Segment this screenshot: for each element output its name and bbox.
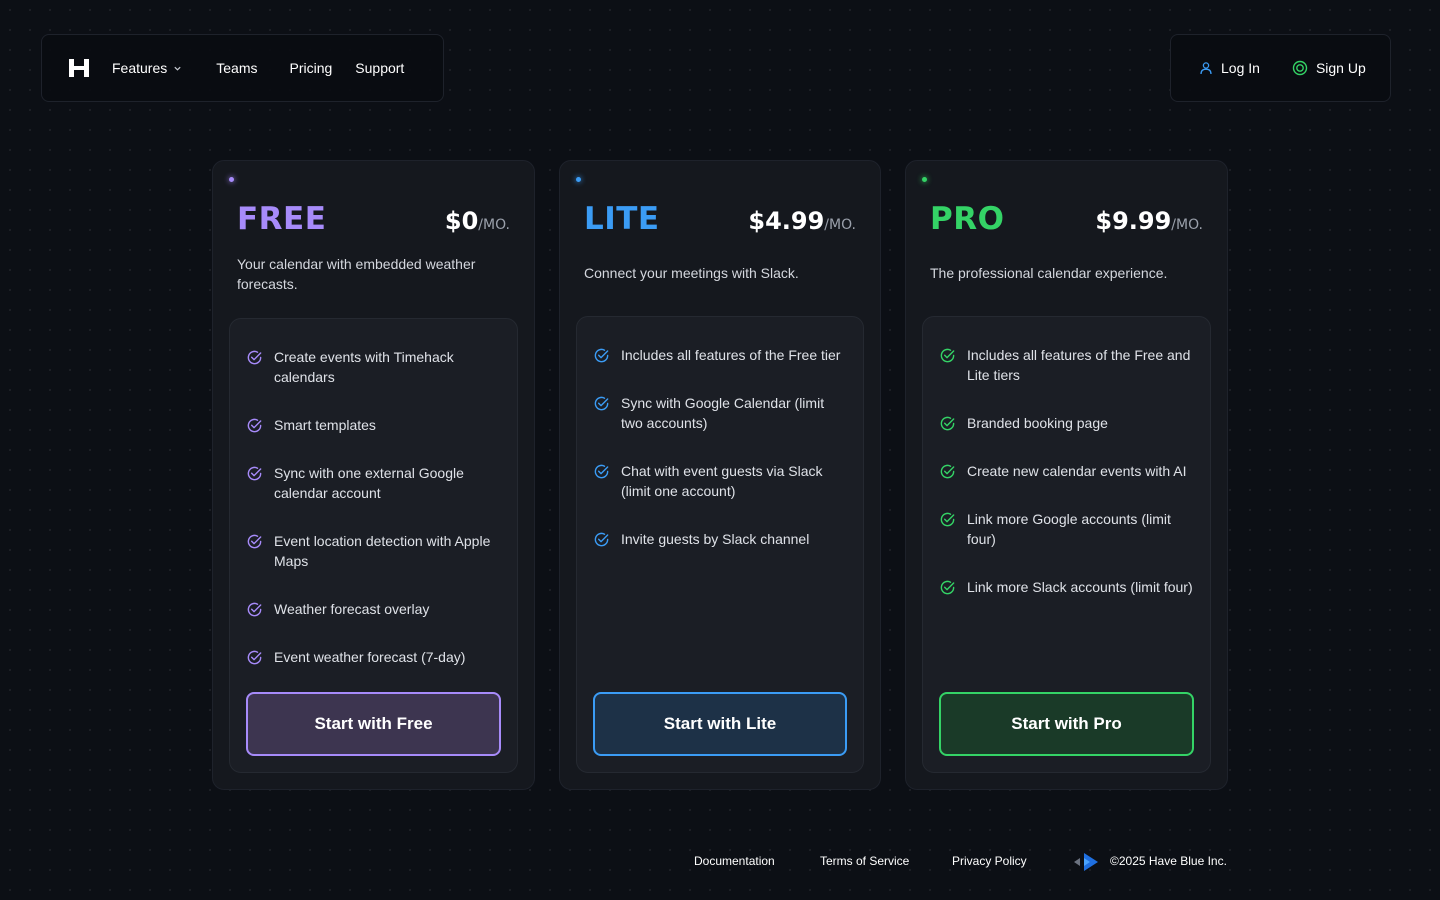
feature-text: Includes all features of the Free tier <box>621 347 841 363</box>
feature-item: Includes all features of the Free tier <box>593 345 847 365</box>
footer-link-documentation[interactable]: Documentation <box>694 854 775 868</box>
check-circle-icon <box>594 532 609 547</box>
check-circle-icon <box>594 396 609 411</box>
plan-name: FREE <box>237 201 327 237</box>
feature-text: Smart templates <box>274 417 376 433</box>
check-circle-icon <box>247 534 262 549</box>
login-label: Log In <box>1221 60 1260 76</box>
nav-pricing[interactable]: Pricing <box>289 60 332 76</box>
feature-text: Link more Slack accounts (limit four) <box>967 579 1193 595</box>
footer: Documentation Terms of Service Privacy P… <box>0 850 1440 874</box>
main-nav: Features Teams Pricing Support <box>41 34 444 102</box>
check-circle-icon <box>940 580 955 595</box>
feature-text: Sync with one external Google calendar a… <box>274 465 464 501</box>
plan-card-pro: PRO $9.99 /MO. The professional calendar… <box>905 160 1228 790</box>
feature-item: Create new calendar events with AI <box>939 461 1194 481</box>
plan-dot <box>576 177 581 182</box>
feature-item: Chat with event guests via Slack (limit … <box>593 461 847 501</box>
check-circle-icon <box>940 464 955 479</box>
feature-item: Sync with Google Calendar (limit two acc… <box>593 393 847 433</box>
price-unit: /MO. <box>824 217 856 233</box>
start-free-button[interactable]: Start with Free <box>246 692 501 756</box>
login-button[interactable]: Log In <box>1199 60 1260 76</box>
smile-icon <box>1292 60 1308 76</box>
user-icon <box>1200 62 1212 75</box>
nav-features[interactable]: Features <box>112 60 182 76</box>
plan-price: $9.99 /MO. <box>1095 207 1203 235</box>
nav-features-label: Features <box>112 60 168 76</box>
check-circle-icon <box>940 348 955 363</box>
price-unit: /MO. <box>478 217 510 233</box>
price-amount: $0 <box>444 207 479 235</box>
plan-description: Your calendar with embedded weather fore… <box>237 256 476 292</box>
feature-text: Create events with Timehack calendars <box>274 349 454 385</box>
check-circle-icon <box>940 512 955 527</box>
have-blue-logo-icon[interactable] <box>1073 850 1099 874</box>
features-panel: Includes all features of the Free and Li… <box>922 316 1211 773</box>
price-amount: $9.99 <box>1095 207 1172 235</box>
feature-list: Create events with Timehack calendars Sm… <box>246 347 501 695</box>
plan-price: $4.99 /MO. <box>748 207 856 235</box>
feature-text: Branded booking page <box>967 415 1108 431</box>
plan-description: Connect your meetings with Slack. <box>584 265 799 281</box>
chevron-down-icon <box>174 66 181 71</box>
signup-label: Sign Up <box>1315 60 1366 76</box>
footer-link-terms[interactable]: Terms of Service <box>820 854 909 868</box>
feature-text: Link more Google accounts (limit four) <box>967 511 1171 547</box>
plan-dot <box>922 177 927 182</box>
check-circle-icon <box>247 650 262 665</box>
feature-list: Includes all features of the Free tier S… <box>593 345 847 577</box>
plan-card-lite: LITE $4.99 /MO. Connect your meetings wi… <box>559 160 881 790</box>
nav-support[interactable]: Support <box>355 60 404 76</box>
check-circle-icon <box>594 464 609 479</box>
feature-item: Link more Slack accounts (limit four) <box>939 577 1194 597</box>
plan-price: $0 /MO. <box>445 207 510 235</box>
feature-item: Event weather forecast (7-day) <box>246 647 501 667</box>
start-pro-button[interactable]: Start with Pro <box>939 692 1194 756</box>
plan-card-free: FREE $0 /MO. Your calendar with embedded… <box>212 160 535 790</box>
feature-item: Smart templates <box>246 415 501 435</box>
feature-item: Sync with one external Google calendar a… <box>246 463 501 503</box>
feature-item: Link more Google accounts (limit four) <box>939 509 1194 549</box>
copyright: ©2025 Have Blue Inc. <box>1110 854 1227 868</box>
feature-item: Create events with Timehack calendars <box>246 347 501 387</box>
plan-dot <box>229 177 234 182</box>
features-panel: Create events with Timehack calendars Sm… <box>229 318 518 773</box>
check-circle-icon <box>247 466 262 481</box>
check-circle-icon <box>247 418 262 433</box>
feature-list: Includes all features of the Free and Li… <box>939 345 1194 625</box>
feature-item: Invite guests by Slack channel <box>593 529 847 549</box>
signup-button[interactable]: Sign Up <box>1292 60 1366 76</box>
feature-text: Invite guests by Slack channel <box>621 531 810 547</box>
auth-nav: Log In Sign Up <box>1170 34 1391 102</box>
check-circle-icon <box>247 602 262 617</box>
feature-item: Branded booking page <box>939 413 1194 433</box>
plan-name: PRO <box>930 201 1005 237</box>
feature-text: Sync with Google Calendar (limit two acc… <box>621 395 825 431</box>
start-lite-button[interactable]: Start with Lite <box>593 692 847 756</box>
feature-item: Event location detection with Apple Maps <box>246 531 501 571</box>
feature-text: Create new calendar events with AI <box>967 463 1187 479</box>
check-circle-icon <box>940 416 955 431</box>
features-panel: Includes all features of the Free tier S… <box>576 316 864 773</box>
plan-description: The professional calendar experience. <box>930 265 1168 281</box>
nav-teams[interactable]: Teams <box>216 60 257 76</box>
feature-text: Event weather forecast (7-day) <box>274 649 466 665</box>
price-amount: $4.99 <box>748 207 825 235</box>
feature-text: Chat with event guests via Slack (limit … <box>621 463 823 499</box>
logo-icon[interactable] <box>68 58 90 78</box>
feature-text: Weather forecast overlay <box>274 601 430 617</box>
feature-text: Event location detection with Apple Maps <box>274 533 491 569</box>
check-circle-icon <box>594 348 609 363</box>
feature-item: Includes all features of the Free and Li… <box>939 345 1194 385</box>
feature-item: Weather forecast overlay <box>246 599 501 619</box>
footer-link-privacy[interactable]: Privacy Policy <box>952 854 1027 868</box>
feature-text: Includes all features of the Free and Li… <box>967 347 1191 383</box>
price-unit: /MO. <box>1171 217 1203 233</box>
plan-name: LITE <box>584 201 660 237</box>
check-circle-icon <box>247 350 262 365</box>
